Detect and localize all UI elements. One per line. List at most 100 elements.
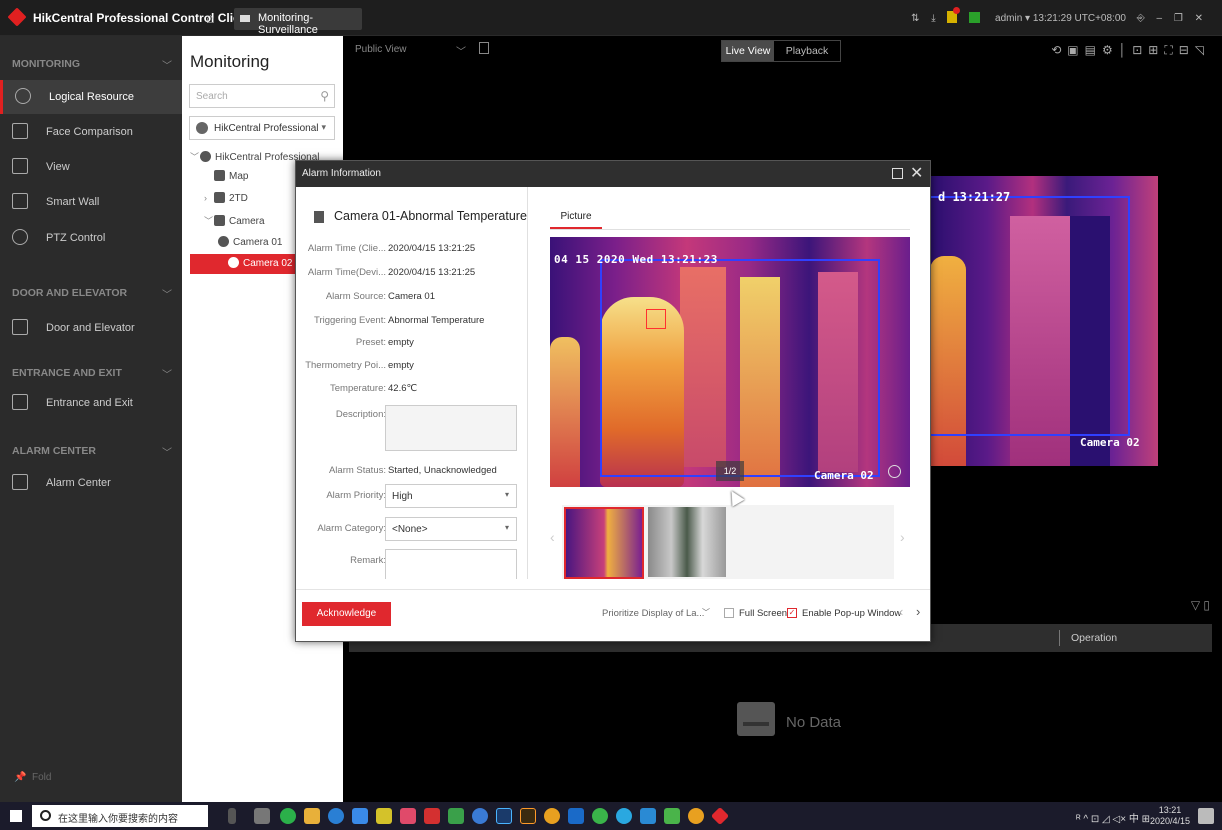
file-explorer-icon[interactable]: [304, 808, 320, 824]
nav-item-smart-wall[interactable]: Smart Wall: [0, 185, 182, 219]
sort-icon[interactable]: ⇅: [911, 13, 919, 24]
tab-monitoring-surveillance[interactable]: Monitoring-Surveillance: [234, 8, 362, 36]
restore-icon[interactable]: ❐: [1174, 13, 1183, 24]
nav-item-ptz-control[interactable]: PTZ Control: [0, 221, 182, 255]
expand-icon[interactable]: ﹀: [190, 150, 200, 163]
prioritize-display-select[interactable]: Prioritize Display of La...: [602, 608, 704, 619]
lock-icon[interactable]: ⎆: [1137, 13, 1145, 24]
home-icon[interactable]: ⌂: [206, 10, 214, 26]
chevron-down-icon[interactable]: ﹀: [456, 43, 466, 58]
toolbar-icons[interactable]: ⟲▣▤⚙│⊡⊞⛶⊟◹: [1051, 43, 1210, 58]
nav-item-view[interactable]: View: [0, 150, 182, 184]
close-icon[interactable]: ✕: [910, 163, 923, 183]
app-icon[interactable]: [400, 808, 416, 824]
maximize-icon[interactable]: [892, 168, 903, 179]
nav-section-alarm-center[interactable]: ALARM CENTER: [12, 445, 96, 457]
app-icon[interactable]: [688, 808, 704, 824]
edge-icon[interactable]: [328, 808, 344, 824]
chevron-down-icon[interactable]: ﹀: [162, 444, 172, 459]
alarm-priority-select[interactable]: High ▾: [385, 484, 517, 508]
nav-item-entrance-exit[interactable]: Entrance and Exit: [0, 386, 182, 420]
close-icon[interactable]: ✕: [1195, 13, 1203, 24]
tree-item-camera-group[interactable]: ﹀ Camera: [204, 214, 265, 234]
field-label: Alarm Time (Clie...: [307, 243, 386, 254]
site-select[interactable]: HikCentral Professional ▾: [189, 116, 335, 140]
chevron-right-icon[interactable]: ›: [204, 193, 214, 203]
app-icon[interactable]: [448, 808, 464, 824]
map-icon: [214, 170, 225, 181]
tab-playback[interactable]: Playback: [774, 41, 840, 61]
expand-icon[interactable]: ﹀: [204, 214, 214, 227]
nav-item-face-comparison[interactable]: Face Comparison: [0, 115, 182, 149]
nav-item-alarm-center[interactable]: Alarm Center: [0, 466, 182, 500]
field-value: empty: [388, 337, 414, 348]
app-icon[interactable]: [616, 808, 632, 824]
resource-status-icon[interactable]: [969, 12, 981, 23]
enable-popup-checkbox[interactable]: ✓: [787, 608, 797, 618]
notification-icon[interactable]: [1198, 808, 1214, 824]
app-icon[interactable]: [280, 808, 296, 824]
illustrator-icon[interactable]: [520, 808, 536, 824]
wechat-icon[interactable]: [592, 808, 608, 824]
chevron-down-icon[interactable]: ﹀: [702, 607, 710, 618]
mic-icon[interactable]: [228, 808, 236, 824]
thumbnail-2[interactable]: [648, 507, 726, 577]
alarm-notification-icon[interactable]: [947, 7, 961, 23]
system-tray[interactable]: ᴿ ^ ⊡ ◿ ◁× 中 ⊞: [1076, 810, 1150, 825]
camera-live-view[interactable]: d 13:21:27 Camera 02: [930, 176, 1158, 466]
thumbnail-1[interactable]: [564, 507, 644, 579]
alarm-picture[interactable]: 04 15 2020 Wed 13:21:23 Camera 02 1/2: [550, 237, 910, 487]
nav-item-logical-resource[interactable]: Logical Resource: [0, 80, 182, 114]
chevron-down-icon[interactable]: ﹀: [162, 286, 172, 301]
taskbar-clock[interactable]: 13:21 2020/4/15: [1150, 805, 1190, 827]
tree-item-map[interactable]: Map: [204, 170, 248, 190]
outlook-icon[interactable]: [568, 808, 584, 824]
chevron-left-icon[interactable]: ‹: [550, 529, 555, 545]
alarm-media: Picture 04 15 2020 Wed 13:21:23 Camera 0…: [528, 187, 930, 579]
windows-start-icon[interactable]: [10, 810, 22, 822]
nav-section-door-elevator[interactable]: DOOR AND ELEVATOR: [12, 287, 127, 299]
user-status[interactable]: admin ▾ 13:21:29 UTC+08:00: [995, 13, 1126, 24]
zoom-icon[interactable]: [888, 465, 901, 478]
view-select[interactable]: Public View: [355, 44, 407, 55]
search-app-icon[interactable]: [472, 808, 488, 824]
hikcentral-icon[interactable]: [710, 806, 730, 826]
full-screen-checkbox[interactable]: [724, 608, 734, 618]
chevron-down-icon[interactable]: ﹀: [162, 366, 172, 381]
acknowledge-button[interactable]: Acknowledge: [302, 602, 391, 626]
chevron-down-icon[interactable]: ﹀: [162, 57, 172, 72]
tree-item-camera-01[interactable]: Camera 01: [218, 236, 282, 256]
chevron-down-icon: ▾: [321, 122, 326, 132]
app-icon[interactable]: [352, 808, 368, 824]
search-input[interactable]: Search ⚲: [189, 84, 335, 108]
chrome-icon[interactable]: [544, 808, 560, 824]
nav-section-entrance-exit[interactable]: ENTRANCE AND EXIT: [12, 367, 122, 379]
app-icon[interactable]: [640, 808, 656, 824]
remark-input[interactable]: [385, 549, 517, 579]
minimize-icon[interactable]: –: [1157, 13, 1163, 24]
task-view-icon[interactable]: [254, 808, 270, 824]
app-icon[interactable]: [376, 808, 392, 824]
tab-picture[interactable]: Picture: [550, 209, 602, 229]
tab-live-view[interactable]: Live View: [722, 41, 774, 61]
tab-label: Monitoring-Surveillance: [258, 12, 318, 36]
fold-button[interactable]: 📌 Fold: [14, 772, 51, 783]
nav-item-door-elevator[interactable]: Door and Elevator: [0, 311, 182, 345]
filter-icon[interactable]: ▽ ▯: [1191, 598, 1210, 612]
chevron-left-icon[interactable]: ‹: [899, 604, 903, 619]
field-label: Preset:: [355, 337, 386, 348]
nav-item-label: Entrance and Exit: [46, 397, 133, 409]
chevron-right-icon[interactable]: ›: [900, 529, 905, 545]
download-icon[interactable]: ⤓: [931, 13, 935, 24]
tree-item-2td[interactable]: › 2TD: [204, 192, 248, 212]
app-icon[interactable]: [664, 808, 680, 824]
taskbar-search[interactable]: 在这里输入你要搜索的内容: [32, 805, 208, 827]
photoshop-icon[interactable]: [496, 808, 512, 824]
app-icon[interactable]: [424, 808, 440, 824]
save-view-icon[interactable]: [479, 42, 489, 54]
chevron-right-icon[interactable]: ›: [916, 604, 920, 619]
nav-section-monitoring[interactable]: MONITORING: [12, 58, 80, 70]
search-icon[interactable]: ⚲: [320, 89, 329, 103]
alarm-category-select[interactable]: <None> ▾: [385, 517, 517, 541]
view-icon: [12, 158, 28, 174]
